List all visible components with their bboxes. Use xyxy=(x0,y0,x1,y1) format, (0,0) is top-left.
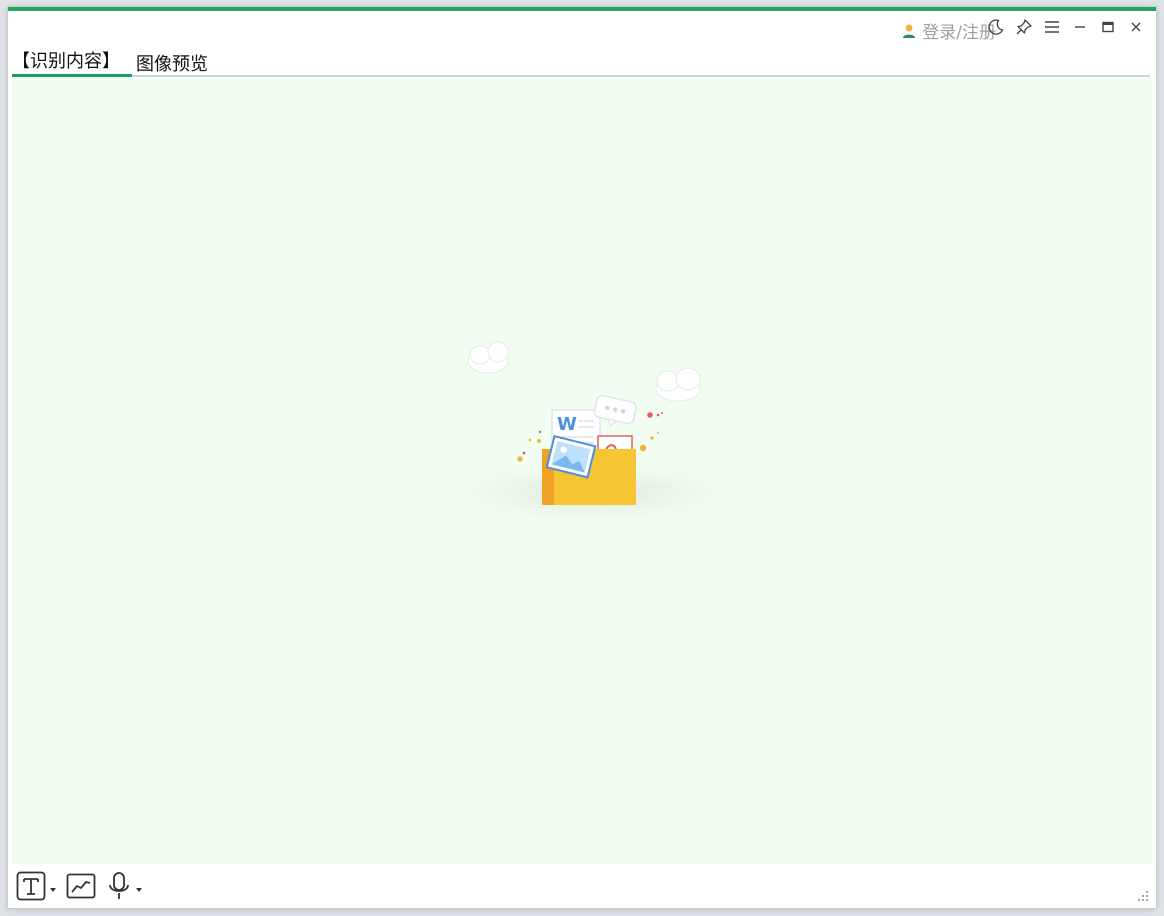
text-tool-icon xyxy=(16,871,46,905)
user-icon xyxy=(902,23,916,39)
login-label: 登录/注册 xyxy=(922,23,996,43)
app-window: 登录/注册 【识别内容】 图像预览 W xyxy=(8,7,1156,908)
svg-text:W: W xyxy=(557,414,577,435)
menu-icon[interactable] xyxy=(1042,17,1062,37)
chevron-down-icon[interactable] xyxy=(50,888,56,892)
chart-tool-button[interactable] xyxy=(66,871,96,905)
bottom-toolbar xyxy=(16,871,1148,905)
moon-icon[interactable] xyxy=(986,17,1006,37)
login-register-link[interactable]: 登录/注册 xyxy=(902,18,996,43)
close-icon[interactable] xyxy=(1126,17,1146,37)
chart-tool-icon xyxy=(66,871,96,905)
tab-label: 【识别内容】 xyxy=(12,51,120,72)
tab-strip: 【识别内容】 图像预览 xyxy=(12,45,1150,77)
tab-recognition-content[interactable]: 【识别内容】 xyxy=(12,46,132,77)
window-controls xyxy=(986,17,1146,37)
empty-folder-illustration: W xyxy=(427,333,772,543)
text-tool-button[interactable] xyxy=(16,871,56,905)
maximize-icon[interactable] xyxy=(1098,17,1118,37)
minimize-icon[interactable] xyxy=(1070,17,1090,37)
microphone-tool-icon xyxy=(106,871,132,905)
microphone-tool-button[interactable] xyxy=(106,871,142,905)
title-bar: 登录/注册 xyxy=(8,11,1156,45)
chevron-down-icon[interactable] xyxy=(136,888,142,892)
tab-label: 图像预览 xyxy=(136,54,208,75)
cloud-left-icon xyxy=(467,341,509,374)
pin-icon[interactable] xyxy=(1014,17,1034,37)
recognition-content-area[interactable]: W xyxy=(12,78,1153,864)
cloud-right-icon xyxy=(655,367,701,402)
tab-image-preview[interactable]: 图像预览 xyxy=(136,49,246,77)
resize-grip-icon[interactable] xyxy=(1136,888,1150,902)
